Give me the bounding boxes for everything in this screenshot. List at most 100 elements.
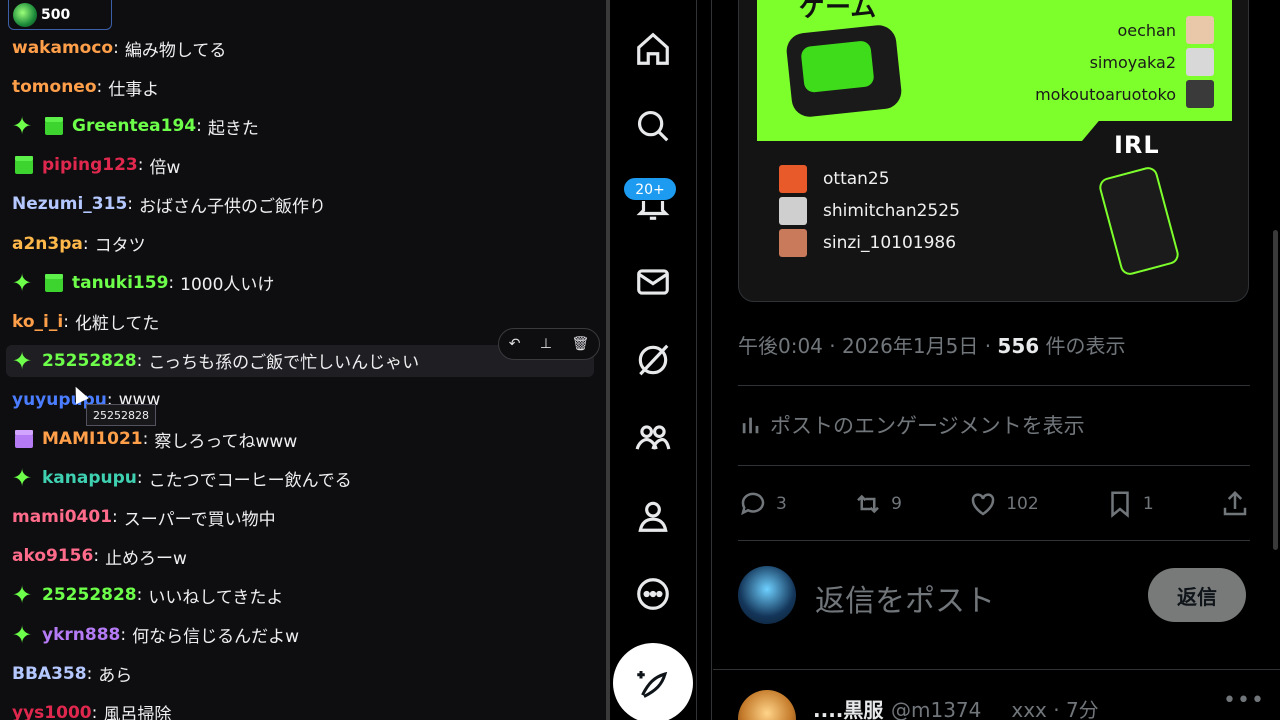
scrollbar-thumb[interactable] — [1273, 230, 1278, 550]
chat-message[interactable]: piping123: 倍w — [0, 149, 600, 181]
post-action-bar: 3 9 102 1 — [738, 484, 1250, 524]
gift-badge-icon[interactable] — [12, 427, 36, 451]
profile-icon[interactable] — [634, 497, 672, 535]
view-count: 556 — [997, 334, 1040, 358]
chat-message[interactable]: tomoneo: 仕事よ — [0, 71, 600, 103]
more-icon[interactable] — [634, 575, 672, 613]
chat-text: 何なら信じるんだよw — [132, 627, 299, 647]
grok-icon[interactable] — [634, 341, 672, 379]
chat-username[interactable]: a2n3pa — [12, 234, 83, 254]
chat-username[interactable]: mami0401 — [12, 507, 112, 527]
sparkle-badge-icon[interactable] — [12, 464, 36, 492]
chat-username[interactable]: ko_i_i — [12, 312, 63, 332]
sparkle-badge-icon[interactable] — [12, 347, 36, 375]
chat-separator: : — [96, 77, 103, 98]
compose-post-button[interactable] — [613, 643, 693, 720]
chat-message[interactable]: kanapupu:こたつでコーヒー飲んでる — [0, 462, 600, 494]
chat-username[interactable]: yys1000 — [12, 703, 92, 720]
reply-button[interactable]: 3 — [738, 489, 787, 519]
chat-text: 察しろってねwww — [154, 431, 298, 452]
chat-username[interactable]: piping123 — [42, 155, 138, 175]
chat-message[interactable]: 25252828:いいねしてきたよ — [0, 579, 600, 611]
chat-message[interactable]: mami0401: スーパーで買い物中 — [0, 501, 600, 533]
divider — [738, 385, 1250, 386]
sparkle-badge-icon[interactable] — [12, 112, 36, 140]
notification-count-badge: 20+ — [623, 177, 677, 201]
user-avatar[interactable] — [738, 566, 796, 624]
reply-submit-button[interactable]: 返信 — [1148, 568, 1246, 622]
game-section: ゲーム oechan simoyaka2 mokoutoaruotoko — [757, 0, 1248, 141]
chat-message[interactable]: Greentea194:起きた — [0, 110, 600, 142]
chat-message[interactable]: a2n3pa: コタツ — [0, 228, 600, 260]
game-member: mokoutoaruotoko — [1035, 79, 1214, 109]
delete-icon[interactable]: 🗑 — [571, 336, 589, 352]
chat-separator: : — [136, 585, 143, 606]
chat-username[interactable]: wakamoco — [12, 38, 113, 58]
sparkle-badge-icon[interactable] — [12, 269, 36, 297]
chat-username[interactable]: ako9156 — [12, 546, 93, 566]
channel-points[interactable]: 500 — [8, 0, 112, 30]
avatar[interactable] — [738, 690, 796, 720]
chat-username[interactable]: tomoneo — [12, 77, 97, 97]
author-name[interactable]: ....黒服 — [813, 694, 883, 720]
chat-message[interactable]: ako9156: 止めろーw — [0, 540, 600, 572]
game-member: oechan — [1117, 15, 1214, 45]
messages-icon[interactable] — [634, 263, 672, 301]
post-meta: 午後0:04 · 2026年1月5日 · 556 件の表示 — [738, 334, 1126, 358]
bookmark-button[interactable]: 1 — [1105, 489, 1154, 519]
chat-message[interactable]: ykrn888:何なら信じるんだよw — [0, 619, 600, 651]
game-section-title: ゲーム — [799, 0, 877, 23]
view-engagement-link[interactable]: ポストのエンゲージメントを表示 — [740, 410, 1085, 440]
chat-message[interactable]: MAMI1021: 察しろってねwww — [0, 423, 600, 455]
chat-username[interactable]: ykrn888 — [42, 625, 120, 645]
reply-composer: 返信をポスト 返信 — [713, 540, 1280, 670]
chat-separator: : — [91, 702, 98, 720]
game-member: simoyaka2 — [1090, 47, 1214, 77]
chat-message[interactable]: BBA358: あら — [0, 658, 600, 690]
sparkle-badge-icon[interactable] — [12, 621, 36, 649]
heart-icon — [971, 493, 995, 516]
gift-badge-icon[interactable] — [42, 114, 66, 138]
chat-username[interactable]: Greentea194 — [72, 116, 196, 136]
communities-icon[interactable] — [634, 419, 672, 457]
chat-message[interactable]: wakamoco: 編み物してる — [0, 32, 600, 64]
chat-text: スーパーで買い物中 — [123, 509, 276, 530]
sparkle-badge-icon[interactable] — [12, 581, 36, 609]
chat-text: 編み物してる — [124, 40, 227, 61]
member-avatar — [779, 197, 807, 225]
chat-text: 起きた — [207, 118, 259, 139]
reply-post[interactable]: ....黒服 @m1374___xxx · 7分 ••• — [713, 680, 1280, 720]
gift-badge-icon[interactable] — [12, 153, 36, 177]
chat-separator: : — [136, 350, 143, 371]
pin-icon[interactable]: ⊥ — [540, 336, 552, 352]
chat-message[interactable]: yys1000: 風呂掃除 — [0, 697, 600, 720]
search-icon[interactable] — [634, 107, 672, 145]
chat-text: おばさん子供のご飯作り — [139, 196, 327, 217]
chat-message[interactable]: tanuki159:1000人いけ — [0, 267, 600, 299]
reply-icon[interactable]: ↶ — [509, 336, 521, 352]
chat-username[interactable]: kanapupu — [42, 468, 137, 488]
like-button[interactable]: 102 — [968, 489, 1039, 519]
home-icon[interactable] — [634, 30, 672, 68]
chat-username[interactable]: Nezumi_315 — [12, 194, 127, 214]
chat-username[interactable]: tanuki159 — [72, 273, 168, 293]
share-button[interactable] — [1220, 489, 1250, 519]
chat-username[interactable]: 25252828 — [42, 585, 137, 605]
chat-separator: : — [137, 155, 144, 176]
chat-username[interactable]: BBA358 — [12, 664, 87, 684]
more-options-icon[interactable]: ••• — [1223, 688, 1265, 713]
main-scrollbar[interactable] — [1271, 0, 1280, 720]
chat-text: 化粧してた — [74, 314, 160, 335]
repost-button[interactable]: 9 — [853, 489, 902, 519]
post-image-card[interactable]: ゲーム oechan simoyaka2 mokoutoaruotoko IRL… — [738, 0, 1249, 302]
chat-message[interactable]: Nezumi_315: おばさん子供のご飯作り — [0, 188, 600, 220]
gift-badge-icon[interactable] — [42, 271, 66, 295]
chat-username[interactable]: MAMI1021 — [42, 429, 143, 449]
reply-input[interactable]: 返信をポスト — [815, 576, 995, 620]
traffic-light-image — [1097, 164, 1181, 278]
message-actions: ↶ ⊥ 🗑 — [498, 328, 600, 360]
irl-section-title: IRL — [1114, 131, 1160, 159]
chat-username[interactable]: 25252828 — [42, 351, 137, 371]
share-icon — [1223, 490, 1247, 516]
member-avatar — [779, 165, 807, 193]
